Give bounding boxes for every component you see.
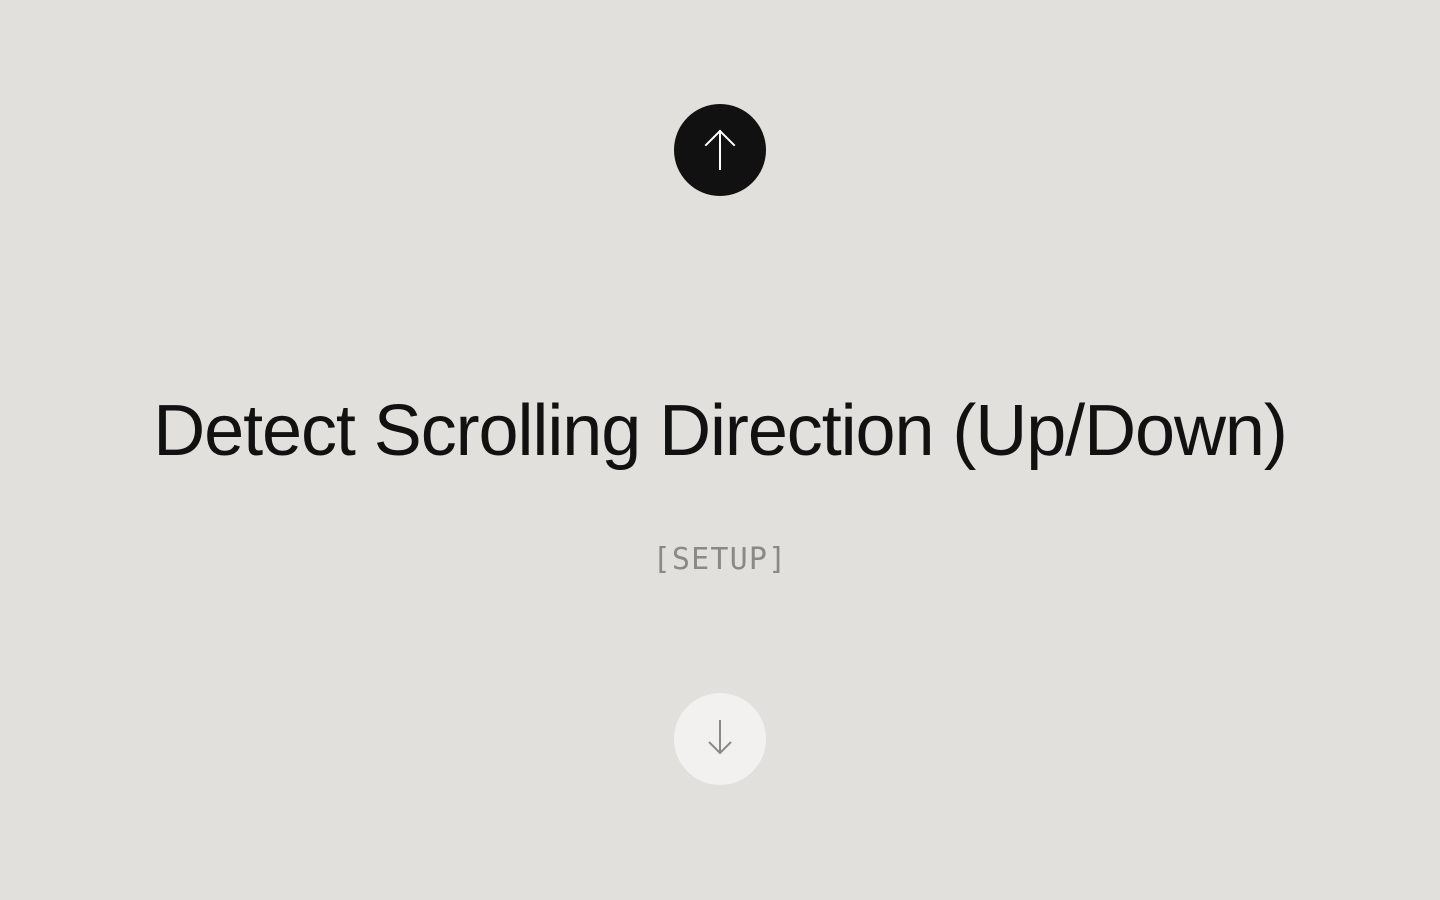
scroll-up-button[interactable] xyxy=(674,104,766,196)
scroll-down-button[interactable] xyxy=(674,693,766,785)
page-title: Detect Scrolling Direction (Up/Down) xyxy=(153,394,1287,470)
arrow-down-icon xyxy=(705,718,735,759)
page-subtitle: [SETUP] xyxy=(653,542,788,577)
arrow-up-icon xyxy=(702,127,738,174)
